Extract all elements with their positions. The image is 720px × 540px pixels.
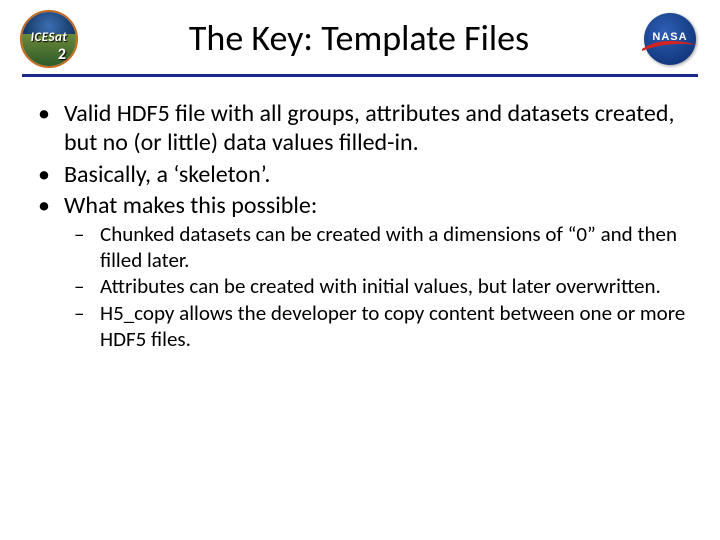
nasa-logo-text: NASA [640,31,700,43]
slide-title: The Key: Template Files [88,19,630,59]
list-item: Valid HDF5 file with all groups, attribu… [58,99,688,158]
slide-body: Valid HDF5 file with all groups, attribu… [0,77,720,352]
nasa-logo: NASA [640,13,700,65]
icesat-logo-text: ICESat [22,30,76,45]
list-item: H5_copy allows the developer to copy con… [94,301,688,352]
list-item: What makes this possible: Chunked datase… [58,191,688,352]
list-item: Chunked datasets can be created with a d… [94,222,688,273]
list-item: Basically, a ‘skeleton’. [58,160,688,189]
sub-bullet-list: Chunked datasets can be created with a d… [64,222,688,352]
icesat-logo: ICESat 2 [20,10,78,68]
title-wrap: The Key: Template Files [78,19,640,59]
list-item-text: What makes this possible: [64,191,317,220]
bullet-list: Valid HDF5 file with all groups, attribu… [32,99,688,352]
icesat-logo-sub: 2 [58,45,66,64]
list-item: Attributes can be created with initial v… [94,274,688,300]
slide-header: ICESat 2 The Key: Template Files NASA [0,0,720,68]
